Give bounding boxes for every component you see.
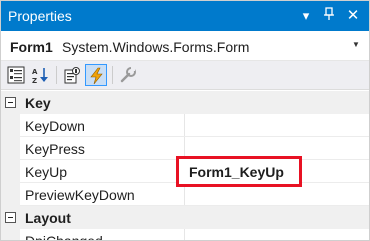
- property-pages-icon[interactable]: [117, 64, 139, 86]
- svg-text:Z: Z: [32, 77, 37, 84]
- object-selector[interactable]: Form1 System.Windows.Forms.Form ▼: [1, 31, 369, 61]
- property-value: Form1_KeyUp: [189, 164, 284, 180]
- events-icon[interactable]: [85, 64, 107, 86]
- window-position-dropdown-icon[interactable]: ▾: [297, 7, 315, 25]
- object-type: System.Windows.Forms.Form: [62, 39, 250, 55]
- close-icon[interactable]: ✕: [344, 7, 362, 25]
- properties-window: Properties ▾ ✕ Form1 System.Windows.Form…: [0, 0, 370, 241]
- chevron-down-icon[interactable]: ▼: [352, 40, 360, 49]
- category-label: Key: [25, 95, 51, 111]
- category-label: Layout: [25, 210, 71, 226]
- auto-hide-pin-icon[interactable]: [320, 7, 338, 25]
- property-name: DpiChanged: [25, 233, 103, 241]
- category-row-key[interactable]: Key: [1, 91, 369, 114]
- title-bar: Properties ▾ ✕: [1, 1, 369, 31]
- property-name: KeyPress: [25, 141, 85, 157]
- toolbar-separator: [56, 66, 57, 84]
- object-name: Form1: [10, 39, 53, 55]
- property-row-keydown[interactable]: KeyDown: [1, 114, 369, 137]
- properties-toolbar: A Z: [1, 61, 369, 90]
- keyup-handler-highlight[interactable]: Form1_KeyUp: [176, 156, 302, 187]
- toolbar-separator: [112, 66, 113, 84]
- window-title: Properties: [8, 8, 72, 24]
- property-name: PreviewKeyDown: [25, 187, 135, 203]
- property-name: KeyDown: [25, 118, 85, 134]
- collapse-icon[interactable]: [5, 97, 16, 108]
- categorized-icon[interactable]: [5, 64, 27, 86]
- properties-icon[interactable]: [61, 64, 83, 86]
- svg-text:A: A: [32, 68, 38, 76]
- category-row-layout[interactable]: Layout: [1, 206, 369, 229]
- alphabetical-icon[interactable]: A Z: [30, 64, 52, 86]
- property-row-dpichanged[interactable]: DpiChanged: [1, 229, 369, 241]
- collapse-icon[interactable]: [5, 212, 16, 223]
- property-name: KeyUp: [25, 164, 68, 180]
